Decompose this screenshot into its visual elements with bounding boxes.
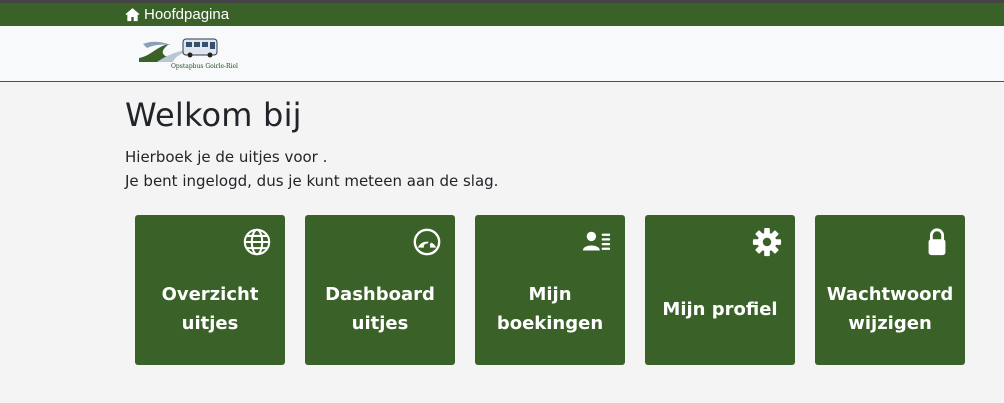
tile-wachtwoord-wijzigen[interactable]: Wachtwoord wijzigen	[815, 215, 965, 365]
tile-label: Dashboard uitjes	[325, 284, 435, 334]
intro-text: Hierboek je de uitjes voor . Je bent ing…	[125, 145, 498, 193]
tile-label: Overzicht uitjes	[161, 284, 259, 334]
intro-line-1: Hierboek je de uitjes voor .	[125, 148, 328, 166]
home-icon	[125, 7, 140, 22]
globe-icon	[242, 227, 272, 257]
speedometer-icon	[412, 227, 442, 257]
gear-icon	[752, 227, 782, 257]
intro-line-2: Je bent ingelogd, dus je kunt meteen aan…	[125, 172, 499, 190]
site-logo[interactable]: Opstapbus Goirle-Riel	[139, 36, 249, 72]
tile-label: Mijn profiel	[662, 298, 778, 320]
tile-mijn-boekingen[interactable]: Mijn boekingen	[475, 215, 625, 365]
top-navbar: Hoofdpagina	[0, 3, 1004, 26]
tile-dashboard-uitjes[interactable]: Dashboard uitjes	[305, 215, 455, 365]
tile-overzicht-uitjes[interactable]: Overzicht uitjes	[135, 215, 285, 365]
lock-icon	[922, 227, 952, 257]
logo-header: Opstapbus Goirle-Riel	[0, 26, 1004, 82]
logo-text: Opstapbus Goirle-Riel	[171, 63, 238, 70]
home-link-label: Hoofdpagina	[144, 6, 230, 23]
contact-card-icon	[582, 227, 612, 257]
bus-logo-graphic	[139, 38, 218, 62]
tile-mijn-profiel[interactable]: Mijn profiel	[645, 215, 795, 365]
tile-label: Wachtwoord wijzigen	[826, 284, 954, 334]
page-title: Welkom bij	[125, 96, 302, 134]
home-link[interactable]: Hoofdpagina	[125, 5, 229, 24]
tile-label: Mijn boekingen	[496, 284, 604, 334]
